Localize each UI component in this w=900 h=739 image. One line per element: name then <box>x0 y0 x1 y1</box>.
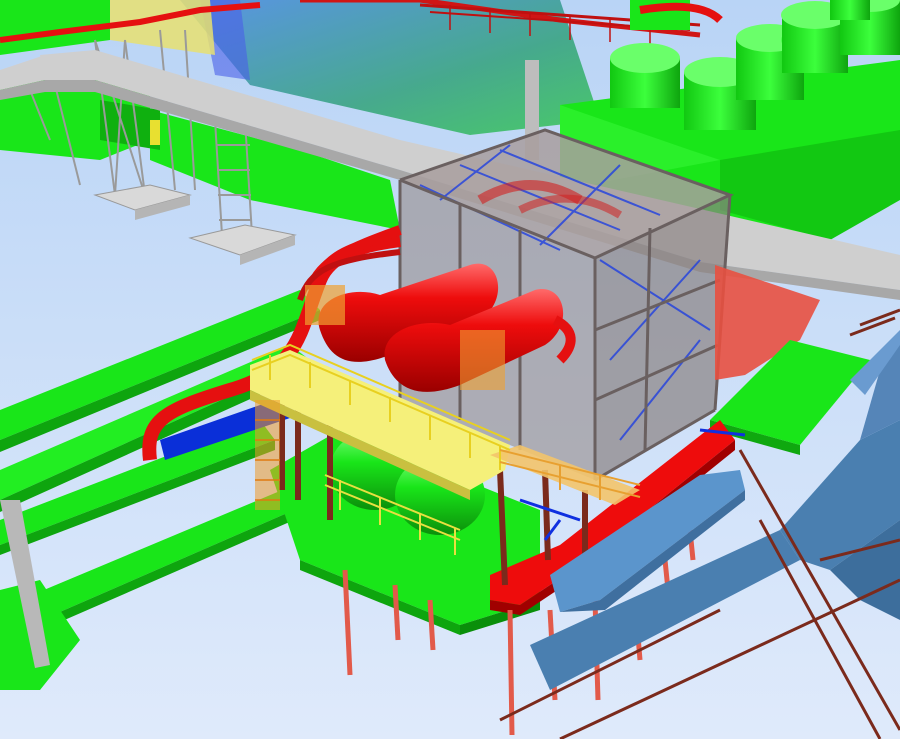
plant-model-render <box>0 0 900 739</box>
plant-model-viewport <box>0 0 900 739</box>
